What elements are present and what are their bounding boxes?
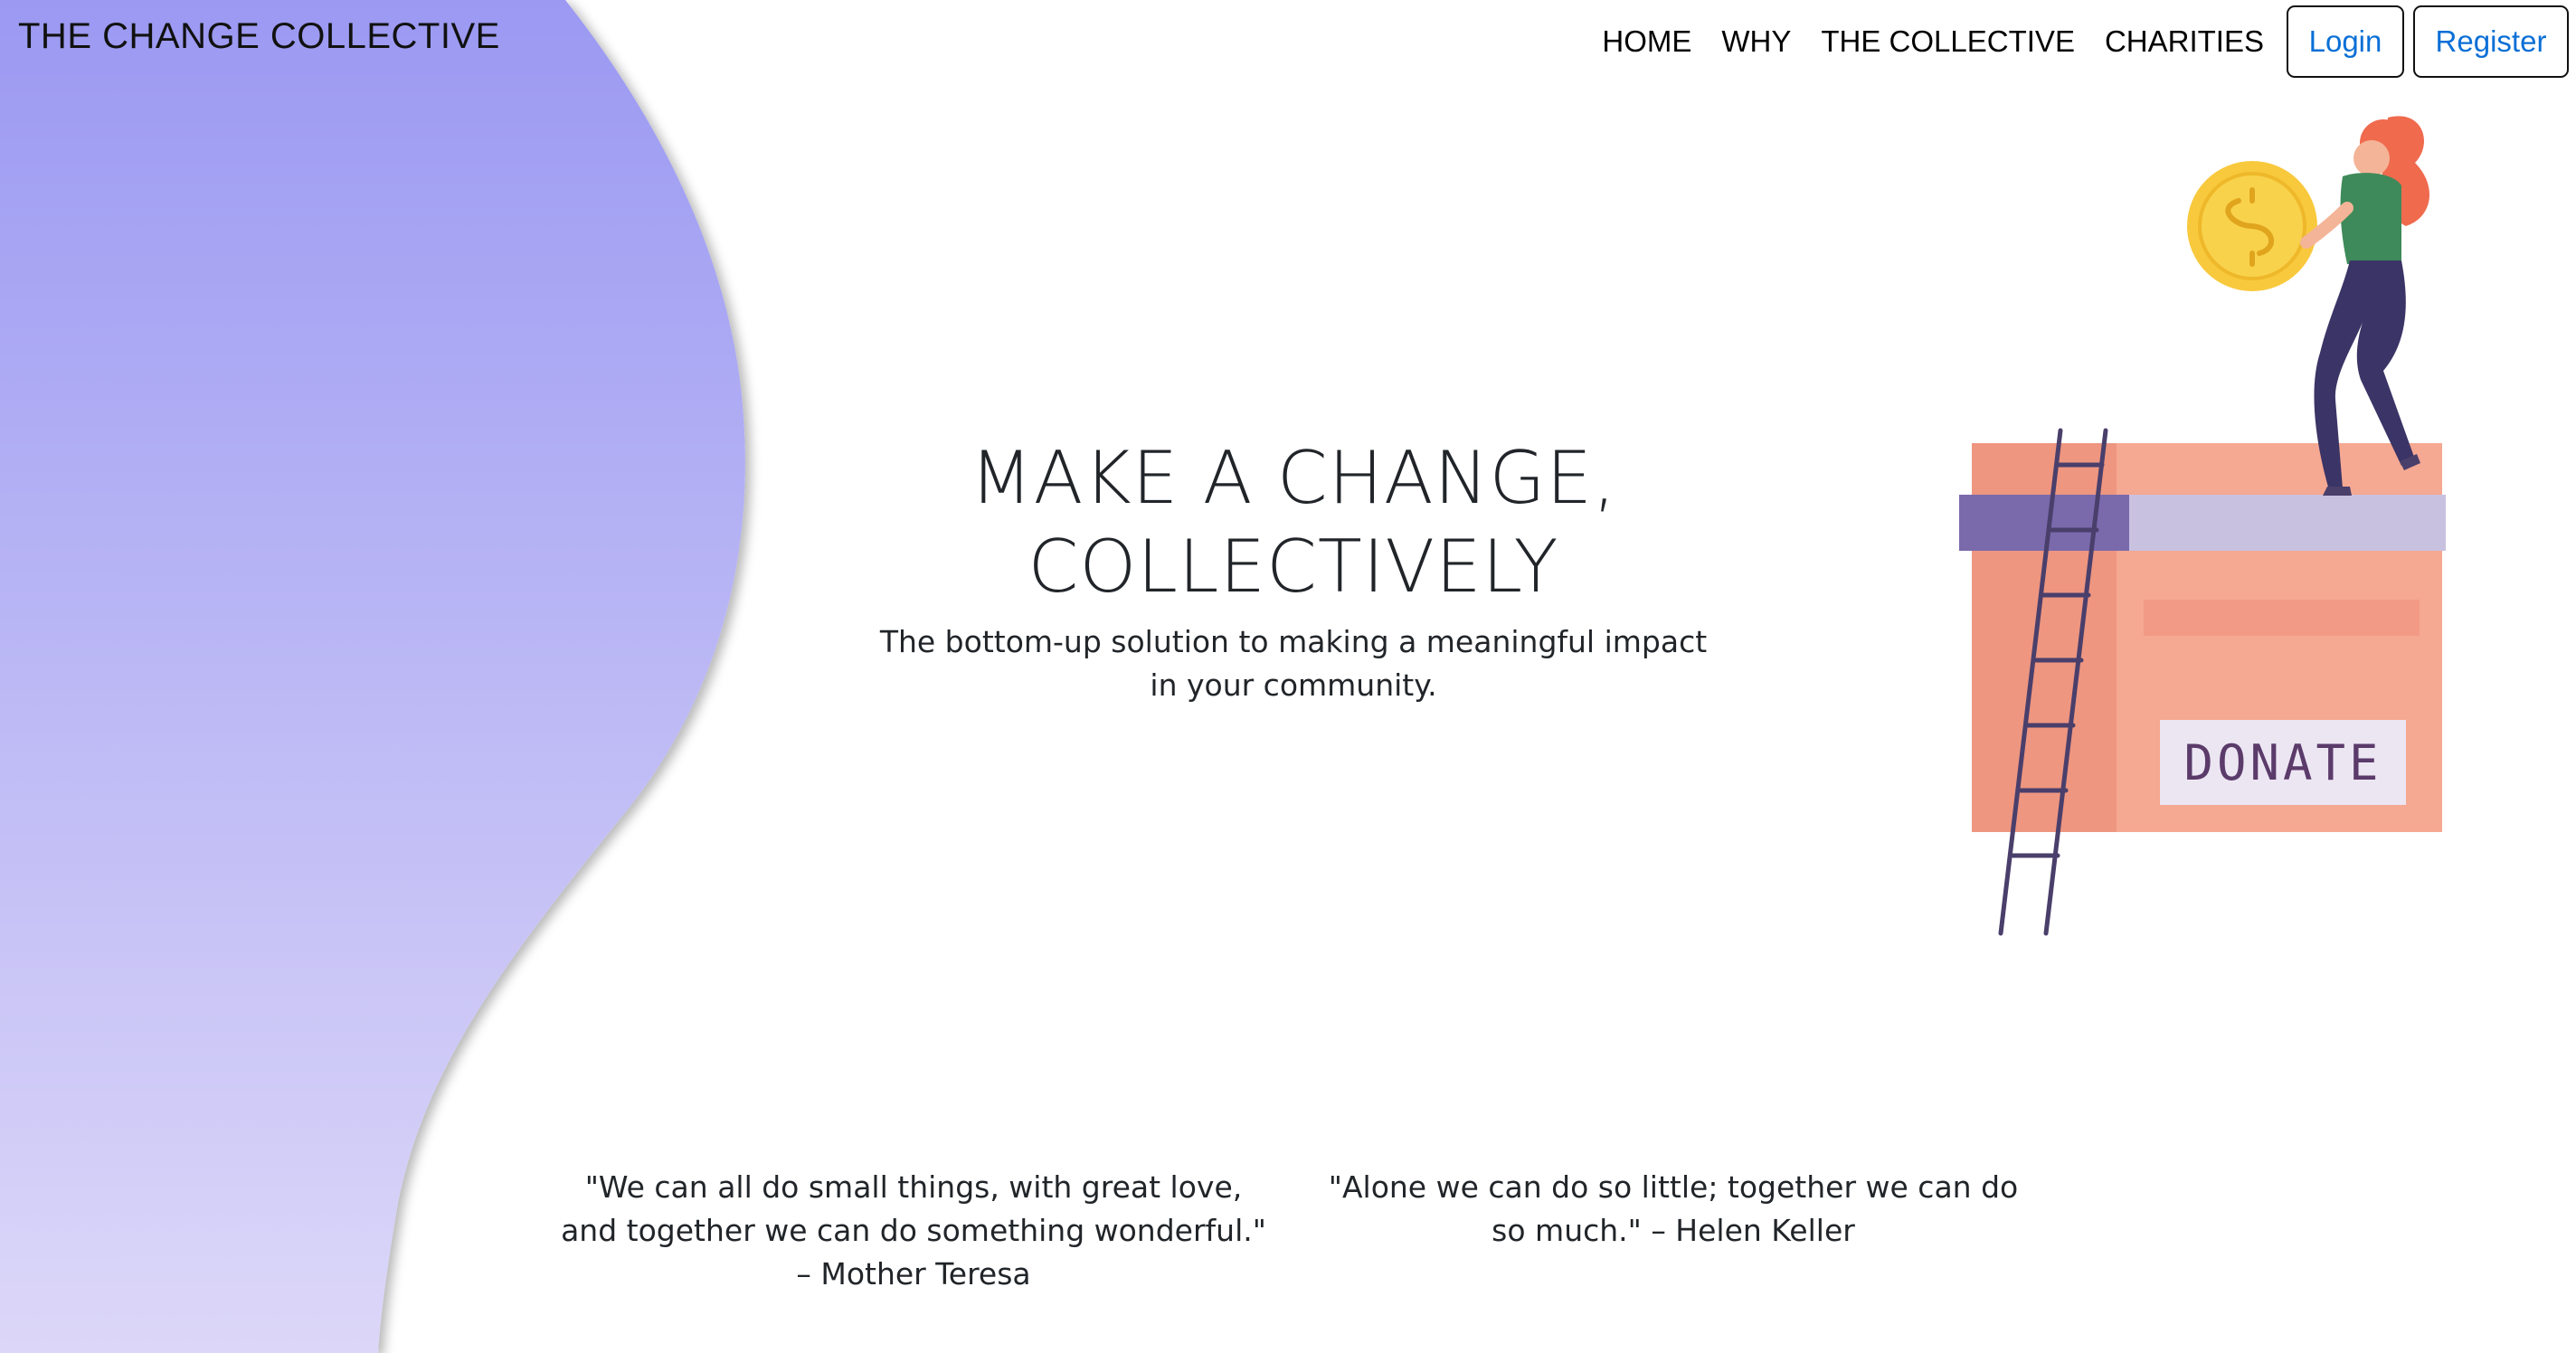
brand-logo[interactable]: THE CHANGE COLLECTIVE [18,16,500,57]
login-button[interactable]: Login [2287,5,2404,78]
quote-helen-keller: "Alone we can do so little; together we … [1328,1169,2019,1248]
page: THE CHANGE COLLECTIVE HOME WHY THE COLLE… [0,0,2576,1353]
quote-mother-teresa: "We can all do small things, with great … [561,1169,1266,1292]
woman-figure-icon [2300,116,2430,496]
hero-title-line-1: MAKE A CHANGE, [970,436,1617,520]
gold-coin-icon [2187,161,2317,291]
nav-home[interactable]: HOME [1602,24,1691,59]
donation-illustration: DONATE [1959,116,2446,936]
register-button[interactable]: Register [2413,5,2569,78]
hero-section: MAKE A CHANGE, COLLECTIVELY The bottom-u… [841,434,1746,707]
nav-the-collective[interactable]: THE COLLECTIVE [1821,24,2075,59]
nav-charities[interactable]: CHARITIES [2105,24,2264,59]
hero-subtitle: The bottom-up solution to making a meani… [879,624,1708,703]
hero-title: MAKE A CHANGE, COLLECTIVELY [841,434,1746,611]
donation-box-icon: DONATE [1959,443,2446,832]
nav-why[interactable]: WHY [1721,24,1791,59]
background-blob [0,0,745,1353]
donate-label: DONATE [2183,734,2382,791]
hero-title-line-2: COLLECTIVELY [1028,525,1559,609]
main-nav: HOME WHY THE COLLECTIVE CHARITIES Login … [1602,0,2576,83]
